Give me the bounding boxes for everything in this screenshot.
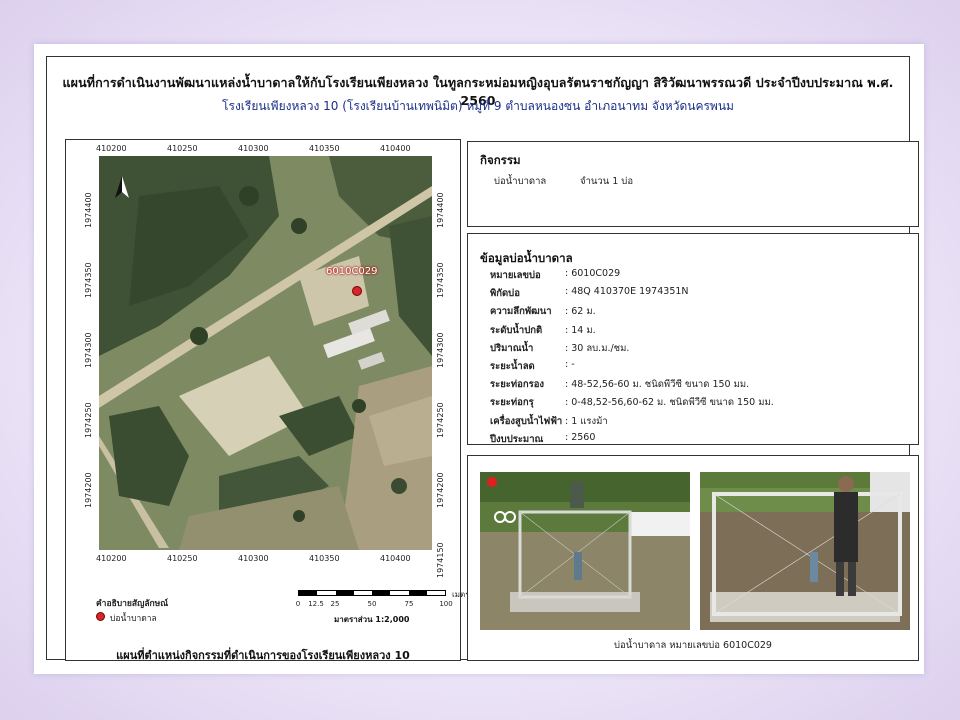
info-value: : - (565, 358, 575, 370)
map-sheet: แผนที่การดำเนินงานพัฒนาแหล่งน้ำบาดาลให้ก… (34, 44, 924, 674)
activity-title: กิจกรรม (480, 153, 521, 167)
photo-panel: บ่อน้ำบาดาล หมายเลขบ่อ 6010C029 (467, 455, 919, 661)
x-tick: 410200 (96, 144, 127, 153)
x-tick: 410300 (238, 144, 269, 153)
scale-tick: 12.5 (308, 600, 324, 608)
y-tick: 1974350 (436, 262, 445, 298)
info-key: เครื่องสูบน้ำไฟฟ้า (490, 415, 563, 427)
north-arrow-icon (115, 176, 129, 198)
info-value: : 30 ลบ.ม./ชม. (565, 342, 630, 354)
y-tick: 1974200 (84, 472, 93, 508)
x-tick: 410250 (167, 144, 198, 153)
info-value: : 48Q 410370E 1974351N (565, 286, 689, 298)
satellite-image (99, 156, 432, 550)
sheet-frame: แผนที่การดำเนินงานพัฒนาแหล่งน้ำบาดาลให้ก… (46, 56, 919, 662)
scale-tick: 50 (367, 600, 377, 608)
well-marker-icon[interactable] (352, 286, 362, 296)
activity-count: จำนวน 1 บ่อ (580, 176, 634, 187)
info-key: ระยะน้ำลด (490, 360, 535, 372)
map-caption: แผนที่ตำแหน่งกิจกรรมที่ดำเนินการของโรงเร… (116, 649, 410, 662)
x-tick: 410300 (238, 554, 269, 563)
info-value: : 0-48,52-56,60-62 ม. ชนิดพีวีซี ขนาด 15… (565, 397, 774, 409)
x-tick: 410250 (167, 554, 198, 563)
info-key: ความลึกพัฒนา (490, 306, 552, 318)
info-value: : 14 ม. (565, 324, 596, 336)
map-panel: 410200 410250 410300 410350 410400 41020… (65, 139, 470, 662)
well-label: 6010C029 (326, 266, 378, 277)
x-tick: 410350 (309, 554, 340, 563)
legend-label: บ่อน้ำบาดาล (110, 614, 157, 624)
y-tick: 1974300 (436, 332, 445, 368)
scale-tick: 75 (404, 600, 414, 608)
info-value: : 48-52,56-60 ม. ชนิดพีวีซี ขนาด 150 มม. (565, 379, 750, 391)
info-key: ปริมาณน้ำ (490, 342, 534, 354)
x-tick: 410350 (309, 144, 340, 153)
scale-tick: 100 (439, 600, 453, 608)
x-tick: 410400 (380, 554, 411, 563)
well-photo-2 (700, 472, 910, 630)
y-tick: 1974400 (436, 192, 445, 228)
page-subtitle: โรงเรียนเพียงหลวง 10 (โรงเรียนบ้านเทพนิม… (222, 99, 734, 113)
scale-tick: 0 (295, 600, 301, 608)
scale-tick: 25 (330, 600, 340, 608)
info-key: ระยะท่อกรุ (490, 397, 534, 409)
y-tick: 1974200 (436, 472, 445, 508)
info-value: : 1 แรงม้า (565, 415, 608, 427)
well-info-panel: ข้อมูลบ่อน้ำบาดาล หมายเลขบ่อ : 6010C029 พ… (467, 233, 919, 445)
y-tick: 1974350 (84, 262, 93, 298)
y-tick: 1974250 (84, 402, 93, 438)
info-key: พิกัดบ่อ (490, 288, 520, 300)
info-key: ปีงบประมาณ (490, 433, 544, 445)
y-tick: 1974300 (84, 332, 93, 368)
y-tick: 1974150 (436, 542, 445, 578)
well-info-title: ข้อมูลบ่อน้ำบาดาล (480, 251, 573, 265)
photo-caption: บ่อน้ำบาดาล หมายเลขบ่อ 6010C029 (614, 640, 772, 651)
activity-item: บ่อน้ำบาดาล (494, 176, 547, 187)
scale-bar (298, 590, 446, 596)
legend-title: คำอธิบายสัญลักษณ์ (96, 599, 169, 609)
y-tick: 1974400 (84, 192, 93, 228)
info-value: : 2560 (565, 431, 596, 443)
x-tick: 410400 (380, 144, 411, 153)
well-photo-1 (480, 472, 690, 630)
info-value: : 6010C029 (565, 268, 621, 279)
y-tick: 1974250 (436, 402, 445, 438)
x-tick: 410200 (96, 554, 127, 563)
scale-ratio: มาตราส่วน 1:2,000 (334, 615, 410, 624)
info-key: ระดับน้ำปกติ (490, 324, 543, 336)
activity-panel: กิจกรรม บ่อน้ำบาดาล จำนวน 1 บ่อ (467, 141, 919, 227)
info-value: : 62 ม. (565, 306, 596, 318)
info-key: ระยะท่อกรอง (490, 379, 545, 391)
info-key: หมายเลขบ่อ (490, 270, 541, 281)
well-legend-icon (96, 612, 105, 621)
